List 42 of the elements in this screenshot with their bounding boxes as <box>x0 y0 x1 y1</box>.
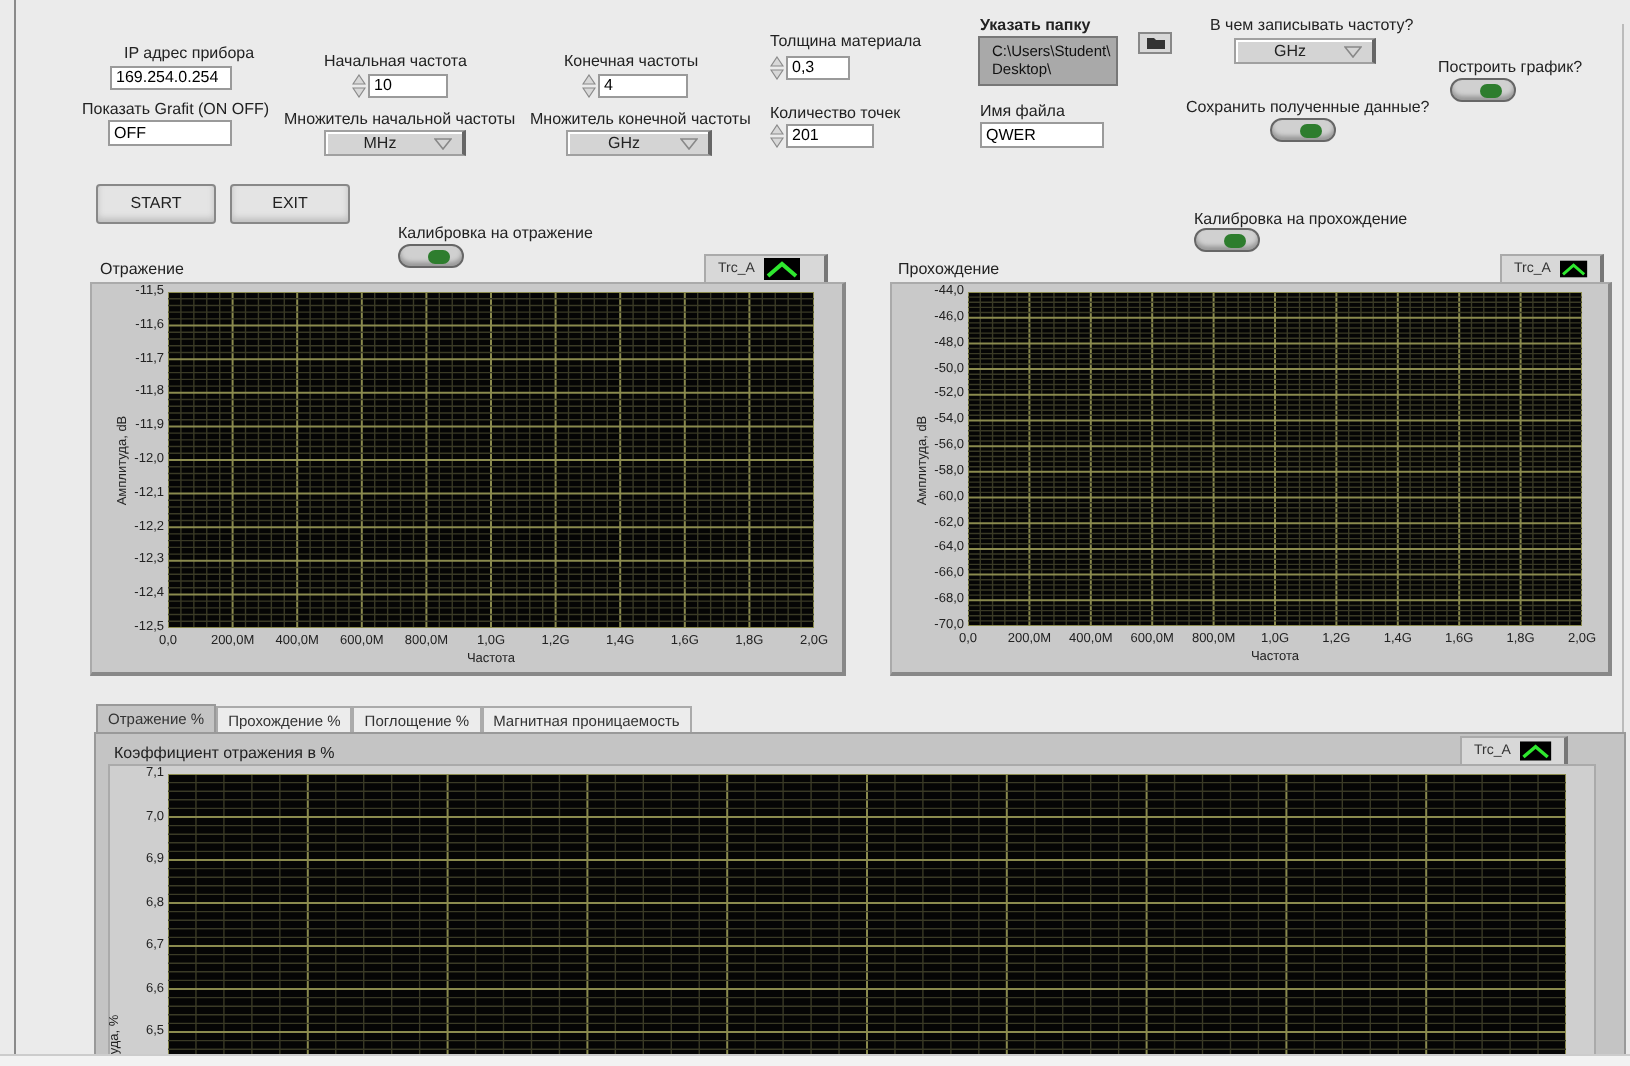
trace-line-icon <box>1560 258 1588 280</box>
field-label: В чем записывать частоту? <box>1210 18 1414 34</box>
file-name-field[interactable]: QWER <box>980 122 1104 148</box>
ip-address-field[interactable]: 169.254.0.254 <box>110 66 232 90</box>
field-label: Количество точек <box>770 106 901 122</box>
panel-button[interactable]: START <box>96 184 216 224</box>
toggle-label: Калибровка на прохождение <box>1194 212 1408 228</box>
field-label: Указать папку <box>980 18 1091 34</box>
field-label: Начальная частота <box>324 54 467 70</box>
unit-dropdown[interactable]: MHz <box>324 130 466 156</box>
numeric-field[interactable]: 10 <box>368 74 448 98</box>
numeric-field[interactable]: 4 <box>598 74 688 98</box>
toggle-switch[interactable] <box>1194 228 1260 252</box>
toggle-switch[interactable] <box>1450 78 1516 102</box>
toggle-label: Построить график? <box>1438 60 1583 76</box>
field-label: IP адрес прибора <box>124 46 255 62</box>
field-label: Толщина материала <box>770 34 922 50</box>
toggle-label: Калибровка на отражение <box>398 226 593 242</box>
field-label: Множитель конечной частоты <box>530 112 751 128</box>
toggle-label: Сохранить полученные данные? <box>1186 100 1430 116</box>
field-label: Множитель начальной частоты <box>284 112 516 128</box>
toggle-switch[interactable] <box>1270 118 1336 142</box>
trace-line-icon <box>764 258 801 280</box>
graph-title: Прохождение <box>898 262 1000 278</box>
graph-title: Коэффициент отражения в % <box>114 746 335 762</box>
unit-dropdown[interactable]: GHz <box>1234 38 1376 64</box>
field-label: Имя файла <box>980 104 1065 120</box>
numeric-field[interactable]: 0,3 <box>786 56 850 80</box>
dropdown-arrow-icon <box>1344 45 1362 57</box>
text-field[interactable]: OFF <box>108 120 232 146</box>
dropdown-arrow-icon <box>680 137 698 149</box>
unit-dropdown[interactable]: GHz <box>566 130 712 156</box>
graph-title: Отражение <box>100 262 184 278</box>
browse-folder-button[interactable] <box>1138 32 1172 54</box>
folder-icon <box>1145 36 1165 50</box>
field-label: Конечная частоты <box>564 54 699 70</box>
field-label: Показать Grafit (ON OFF) <box>82 102 270 118</box>
numeric-field[interactable]: 201 <box>786 124 874 148</box>
panel-button[interactable]: EXIT <box>230 184 350 224</box>
trace-line-icon <box>1520 740 1552 762</box>
dropdown-arrow-icon <box>434 137 452 149</box>
toggle-switch[interactable] <box>398 244 464 268</box>
